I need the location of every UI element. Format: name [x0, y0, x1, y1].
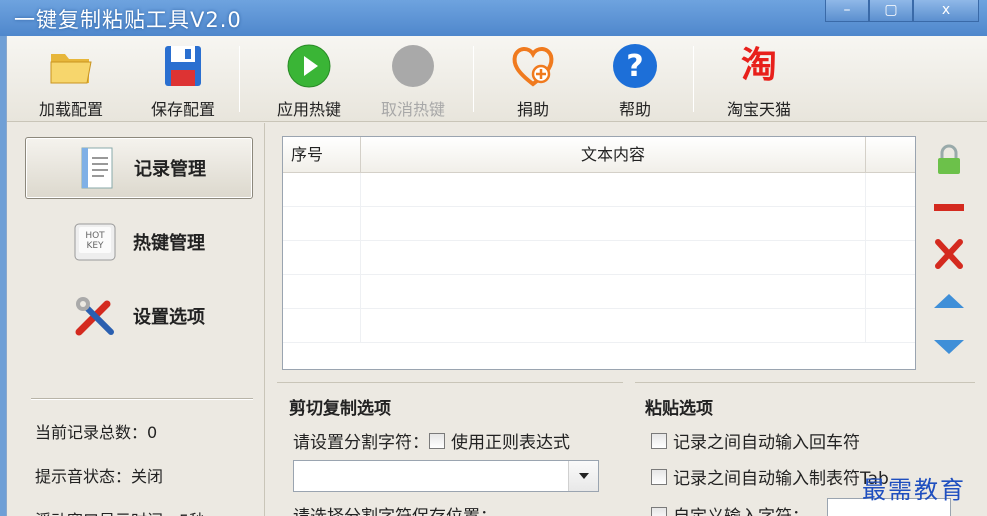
cancel-hotkey-button[interactable]: 取消热键: [371, 42, 455, 122]
enter-label[interactable]: 记录之间自动输入回车符: [673, 428, 860, 453]
chevron-down-icon[interactable]: [568, 461, 598, 491]
record-table[interactable]: 序号 文本内容: [282, 136, 916, 370]
column-header-filler: [866, 137, 915, 172]
float-window-time-status: 浮动窗口显示时间：5秒: [35, 507, 205, 516]
custom-label[interactable]: 自定义输入字符：: [673, 502, 809, 516]
column-header-index[interactable]: 序号: [283, 137, 361, 172]
cut-copy-options-title: 剪切复制选项: [289, 399, 391, 419]
help-icon: ?: [611, 42, 659, 90]
paste-option-tab[interactable]: 记录之间自动输入制表符Tab: [651, 464, 889, 489]
close-button[interactable]: x: [913, 0, 979, 22]
app-window: 加载配置 保存配置 应用热键 取消热键 捐助 ? 帮助 淘 淘宝天猫 记录管理 …: [6, 36, 987, 516]
table-row: [283, 241, 915, 275]
column-header-text[interactable]: 文本内容: [361, 137, 866, 172]
svg-text:KEY: KEY: [86, 241, 104, 251]
minimize-button[interactable]: –: [825, 0, 869, 22]
tools-icon: [71, 292, 119, 340]
apply-hotkey-button[interactable]: 应用热键: [267, 42, 351, 122]
sidebar: 记录管理 HOT KEY 热键管理 设置选项 当前记录总数：0 提示音状态：关闭 …: [7, 123, 265, 516]
window-title: 一键复制粘贴工具V2.0: [14, 8, 242, 32]
help-button[interactable]: ? 帮助: [603, 42, 667, 122]
nav-record-management[interactable]: 记录管理: [25, 137, 253, 199]
regex-checkbox[interactable]: [429, 432, 445, 449]
table-row: [283, 207, 915, 241]
paste-option-custom[interactable]: 自定义输入字符：: [651, 502, 809, 516]
custom-checkbox[interactable]: [651, 506, 667, 516]
title-bar: 一键复制粘贴工具V2.0 – ▢ x: [0, 0, 987, 36]
cancel-hotkey-label: 取消热键: [380, 100, 445, 119]
toolbar-separator: [693, 46, 694, 112]
move-down-icon[interactable]: [929, 330, 969, 366]
table-row: [283, 309, 915, 343]
taobao-tmall-label: 淘宝天猫: [726, 100, 791, 119]
separator-combo[interactable]: [293, 460, 599, 492]
maximize-button[interactable]: ▢: [869, 0, 913, 22]
minus-icon[interactable]: [929, 190, 969, 226]
heart-plus-icon: [509, 42, 557, 90]
separator-label: 请设置分割字符：: [293, 433, 429, 453]
separator-row: 请设置分割字符： 使用正则表达式: [293, 428, 570, 453]
paste-option-enter[interactable]: 记录之间自动输入回车符: [651, 428, 860, 453]
paste-options-title: 粘贴选项: [645, 399, 713, 419]
nav-hotkey-management[interactable]: HOT KEY 热键管理: [25, 211, 253, 273]
nav-record-management-label: 记录管理: [134, 159, 206, 180]
help-label: 帮助: [618, 100, 651, 119]
save-position-label: 请选择分割字符保存位置：: [293, 502, 497, 516]
toolbar-separator: [239, 46, 240, 112]
table-row: [283, 173, 915, 207]
floppy-disk-icon: [159, 42, 207, 90]
move-up-icon[interactable]: [929, 282, 969, 318]
svg-text:HOT: HOT: [85, 231, 105, 241]
regex-label[interactable]: 使用正则表达式: [451, 428, 570, 453]
tab-label[interactable]: 记录之间自动输入制表符Tab: [673, 464, 889, 489]
lock-icon[interactable]: [929, 142, 969, 178]
load-config-button[interactable]: 加载配置: [29, 42, 113, 122]
load-config-label: 加载配置: [38, 100, 103, 119]
apply-hotkey-label: 应用热键: [276, 100, 341, 119]
taobao-logo-icon: 淘: [740, 45, 777, 86]
nav-settings-label: 设置选项: [133, 307, 205, 328]
tab-checkbox[interactable]: [651, 468, 667, 485]
folder-icon: [47, 42, 95, 90]
donate-label: 捐助: [516, 100, 549, 119]
toolbar: 加载配置 保存配置 应用热键 取消热键 捐助 ? 帮助 淘 淘宝天猫: [7, 36, 987, 122]
sound-status: 提示音状态：关闭: [35, 467, 164, 486]
save-config-button[interactable]: 保存配置: [141, 42, 225, 122]
sidebar-separator: [31, 398, 253, 400]
donate-button[interactable]: 捐助: [501, 42, 565, 122]
toolbar-separator: [473, 46, 474, 112]
save-config-label: 保存配置: [150, 100, 215, 119]
record-count-status: 当前记录总数：0: [35, 423, 158, 442]
taobao-tmall-button[interactable]: 淘 淘宝天猫: [717, 42, 801, 122]
watermark: 最需教育: [862, 476, 966, 504]
svg-text:?: ?: [626, 49, 643, 84]
nav-settings[interactable]: 设置选项: [25, 285, 253, 347]
table-header: 序号 文本内容: [283, 137, 915, 173]
delete-icon[interactable]: [929, 236, 969, 272]
document-icon: [72, 144, 120, 192]
stop-icon: [389, 42, 437, 90]
nav-hotkey-management-label: 热键管理: [133, 233, 205, 254]
hotkey-icon: HOT KEY: [71, 218, 119, 266]
enter-checkbox[interactable]: [651, 432, 667, 449]
table-row: [283, 275, 915, 309]
play-icon: [285, 42, 333, 90]
